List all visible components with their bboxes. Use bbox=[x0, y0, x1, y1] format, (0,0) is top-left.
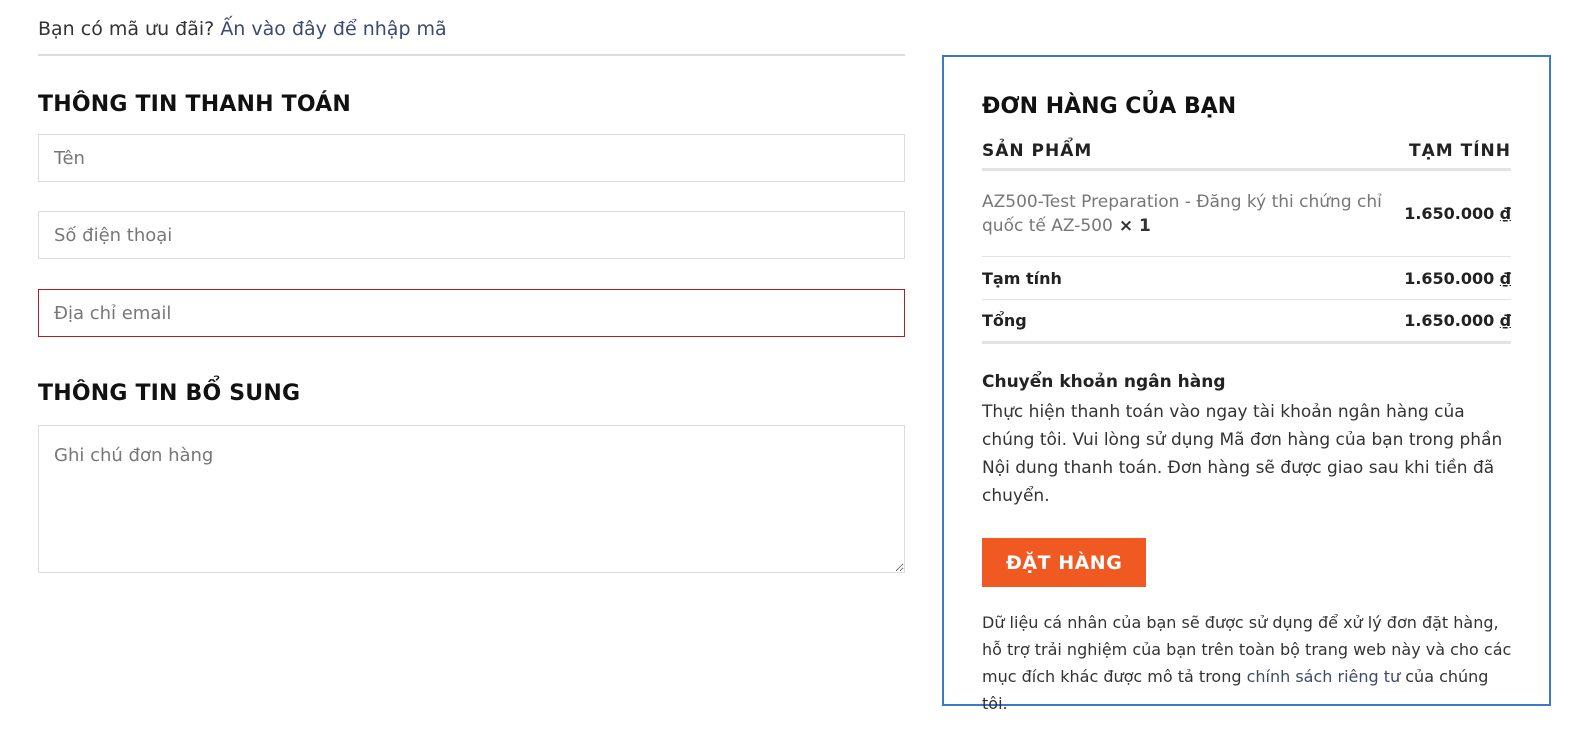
subtotal-row: Tạm tính 1.650.000 ₫ bbox=[982, 257, 1511, 300]
coupon-notice: Bạn có mã ưu đãi? Ấn vào đây để nhập mã bbox=[38, 16, 905, 56]
place-order-button[interactable]: ĐẶT HÀNG bbox=[982, 538, 1147, 587]
total-row: Tổng 1.650.000 ₫ bbox=[982, 300, 1511, 344]
order-item-qty: × 1 bbox=[1118, 215, 1151, 236]
order-table-header: SẢN PHẨM TẠM TÍNH bbox=[982, 134, 1511, 171]
col-product: SẢN PHẨM bbox=[982, 141, 1093, 161]
order-table: SẢN PHẨM TẠM TÍNH AZ500-Test Preparation… bbox=[982, 134, 1511, 344]
privacy-policy-link[interactable]: chính sách riêng tư bbox=[1247, 667, 1401, 686]
billing-heading: THÔNG TIN THANH TOÁN bbox=[38, 92, 351, 117]
order-notes-textarea[interactable] bbox=[38, 425, 905, 573]
coupon-question: Bạn có mã ưu đãi? bbox=[38, 18, 215, 40]
currency-symbol: ₫ bbox=[1499, 268, 1511, 288]
email-input[interactable] bbox=[38, 289, 905, 337]
payment-method-title: Chuyển khoản ngân hàng bbox=[982, 372, 1226, 392]
order-title: ĐƠN HÀNG CỦA BẠN bbox=[982, 94, 1237, 119]
order-summary: ĐƠN HÀNG CỦA BẠN SẢN PHẨM TẠM TÍNH AZ500… bbox=[942, 55, 1551, 713]
total-label: Tổng bbox=[982, 311, 1027, 330]
subtotal-value: 1.650.000 ₫ bbox=[1404, 268, 1511, 288]
col-subtotal: TẠM TÍNH bbox=[1409, 141, 1511, 161]
currency-symbol: ₫ bbox=[1499, 204, 1511, 223]
currency-symbol: ₫ bbox=[1499, 311, 1511, 330]
phone-input[interactable] bbox=[38, 211, 905, 259]
order-item-price: 1.650.000 ₫ bbox=[1404, 204, 1511, 223]
total-value: 1.650.000 ₫ bbox=[1404, 311, 1511, 330]
subtotal-label: Tạm tính bbox=[982, 268, 1062, 288]
privacy-notice: Dữ liệu cá nhân của bạn sẽ được sử dụng … bbox=[982, 613, 1512, 713]
additional-heading: THÔNG TIN BỔ SUNG bbox=[38, 381, 301, 406]
coupon-link[interactable]: Ấn vào đây để nhập mã bbox=[220, 18, 446, 40]
order-item-name: AZ500-Test Preparation - Đăng ký thi chứ… bbox=[982, 191, 1382, 236]
payment-method-description: Thực hiện thanh toán vào ngay tài khoản … bbox=[982, 402, 1503, 506]
order-item-row: AZ500-Test Preparation - Đăng ký thi chứ… bbox=[982, 171, 1511, 257]
name-input[interactable] bbox=[38, 134, 905, 182]
